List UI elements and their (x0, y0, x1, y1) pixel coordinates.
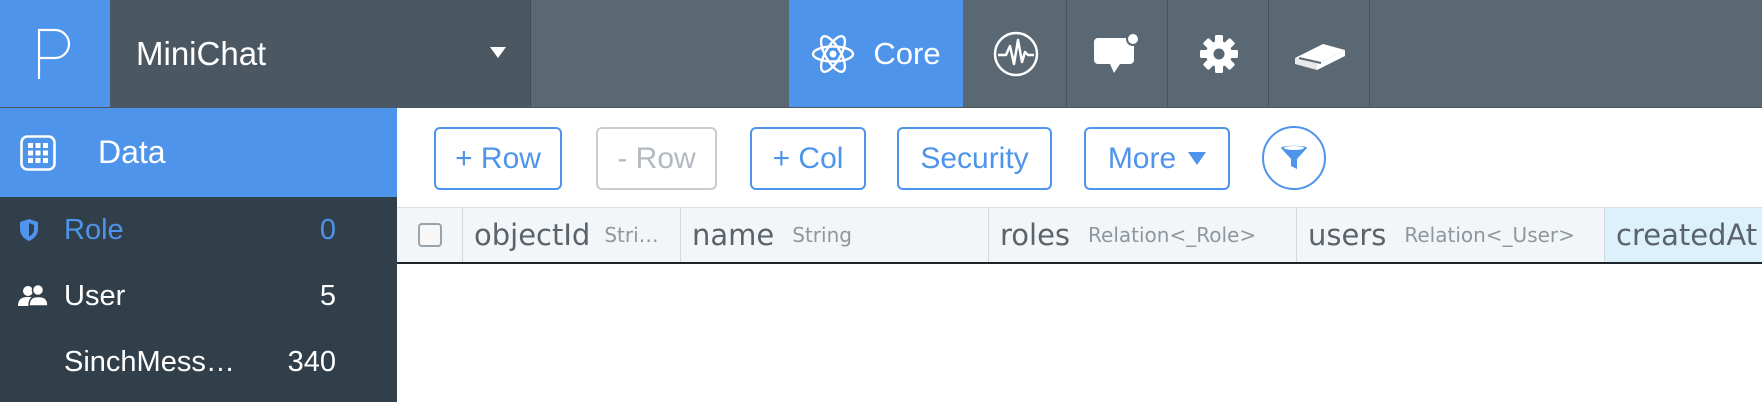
atom-icon (812, 34, 855, 73)
filter-button[interactable] (1262, 126, 1326, 190)
parse-logo-icon (37, 28, 71, 79)
caret-down-icon (1188, 152, 1207, 165)
tab-core-label: Core (873, 35, 941, 71)
grid-icon (20, 134, 56, 171)
table-body (397, 266, 1762, 402)
column-header-roles[interactable]: roles Relation<_Role> (989, 208, 1297, 262)
table-header: objectId Stri… name String roles Relatio… (397, 208, 1762, 264)
sidebar-item-count: 5 (319, 279, 336, 312)
add-column-button[interactable]: + Col (750, 127, 866, 190)
chevron-down-icon (490, 47, 506, 58)
select-all-checkbox[interactable] (417, 223, 442, 247)
column-name: createdAt (1616, 218, 1758, 252)
tab-settings[interactable] (1169, 0, 1269, 107)
users-icon (18, 284, 48, 307)
column-name: roles (1000, 218, 1071, 252)
parse-logo[interactable] (0, 0, 110, 107)
push-notification-icon (1093, 31, 1140, 73)
remove-row-button[interactable]: - Row (596, 127, 717, 190)
sidebar-item-sinchmessage[interactable]: SinchMess… 340 (0, 329, 397, 395)
tab-analytics[interactable] (965, 0, 1067, 107)
column-header-name[interactable]: name String (681, 208, 989, 262)
app-name: MiniChat (136, 34, 267, 72)
sidebar: Data Role 0 User 5 SinchMess… 340 (0, 108, 397, 402)
column-name: objectId (474, 218, 591, 252)
data-toolbar: + Row - Row + Col Security More (397, 108, 1762, 208)
sidebar-item-count: 340 (287, 345, 336, 378)
filter-funnel-icon (1281, 145, 1307, 169)
tab-core[interactable]: Core (789, 0, 963, 107)
top-nav-bar: MiniChat Core (0, 0, 1762, 108)
column-name: name (692, 218, 775, 252)
column-type: Relation<_Role> (1088, 223, 1257, 247)
column-name: users (1308, 218, 1387, 252)
column-type: Relation<_User> (1404, 223, 1575, 247)
gear-icon (1199, 34, 1238, 73)
shield-icon (20, 219, 38, 241)
column-type: String (792, 223, 852, 247)
column-type: Stri… (604, 223, 659, 247)
analytics-pulse-icon (993, 31, 1038, 76)
column-header-users[interactable]: users Relation<_User> (1297, 208, 1605, 262)
tab-push[interactable] (1068, 0, 1168, 107)
more-button-label: More (1107, 141, 1177, 175)
column-header-createdat[interactable]: createdAt (1605, 208, 1762, 262)
column-header-objectid[interactable]: objectId Stri… (463, 208, 681, 262)
select-all-cell (397, 208, 463, 262)
sidebar-section-label: Data (98, 134, 166, 170)
sidebar-section-data[interactable]: Data (0, 108, 397, 197)
sidebar-item-count: 0 (319, 213, 336, 246)
sidebar-item-role[interactable]: Role 0 (0, 197, 397, 263)
sidebar-item-label: Role (64, 213, 124, 246)
sidebar-item-label: User (64, 279, 126, 312)
app-selector[interactable]: MiniChat (110, 0, 531, 107)
more-button[interactable]: More (1084, 127, 1230, 190)
tab-docs[interactable] (1270, 0, 1370, 107)
security-button[interactable]: Security (897, 127, 1052, 190)
sidebar-item-label: SinchMess… (64, 345, 235, 378)
add-row-button[interactable]: + Row (434, 127, 562, 190)
sidebar-item-user[interactable]: User 5 (0, 263, 397, 329)
docs-book-icon (1294, 43, 1345, 70)
